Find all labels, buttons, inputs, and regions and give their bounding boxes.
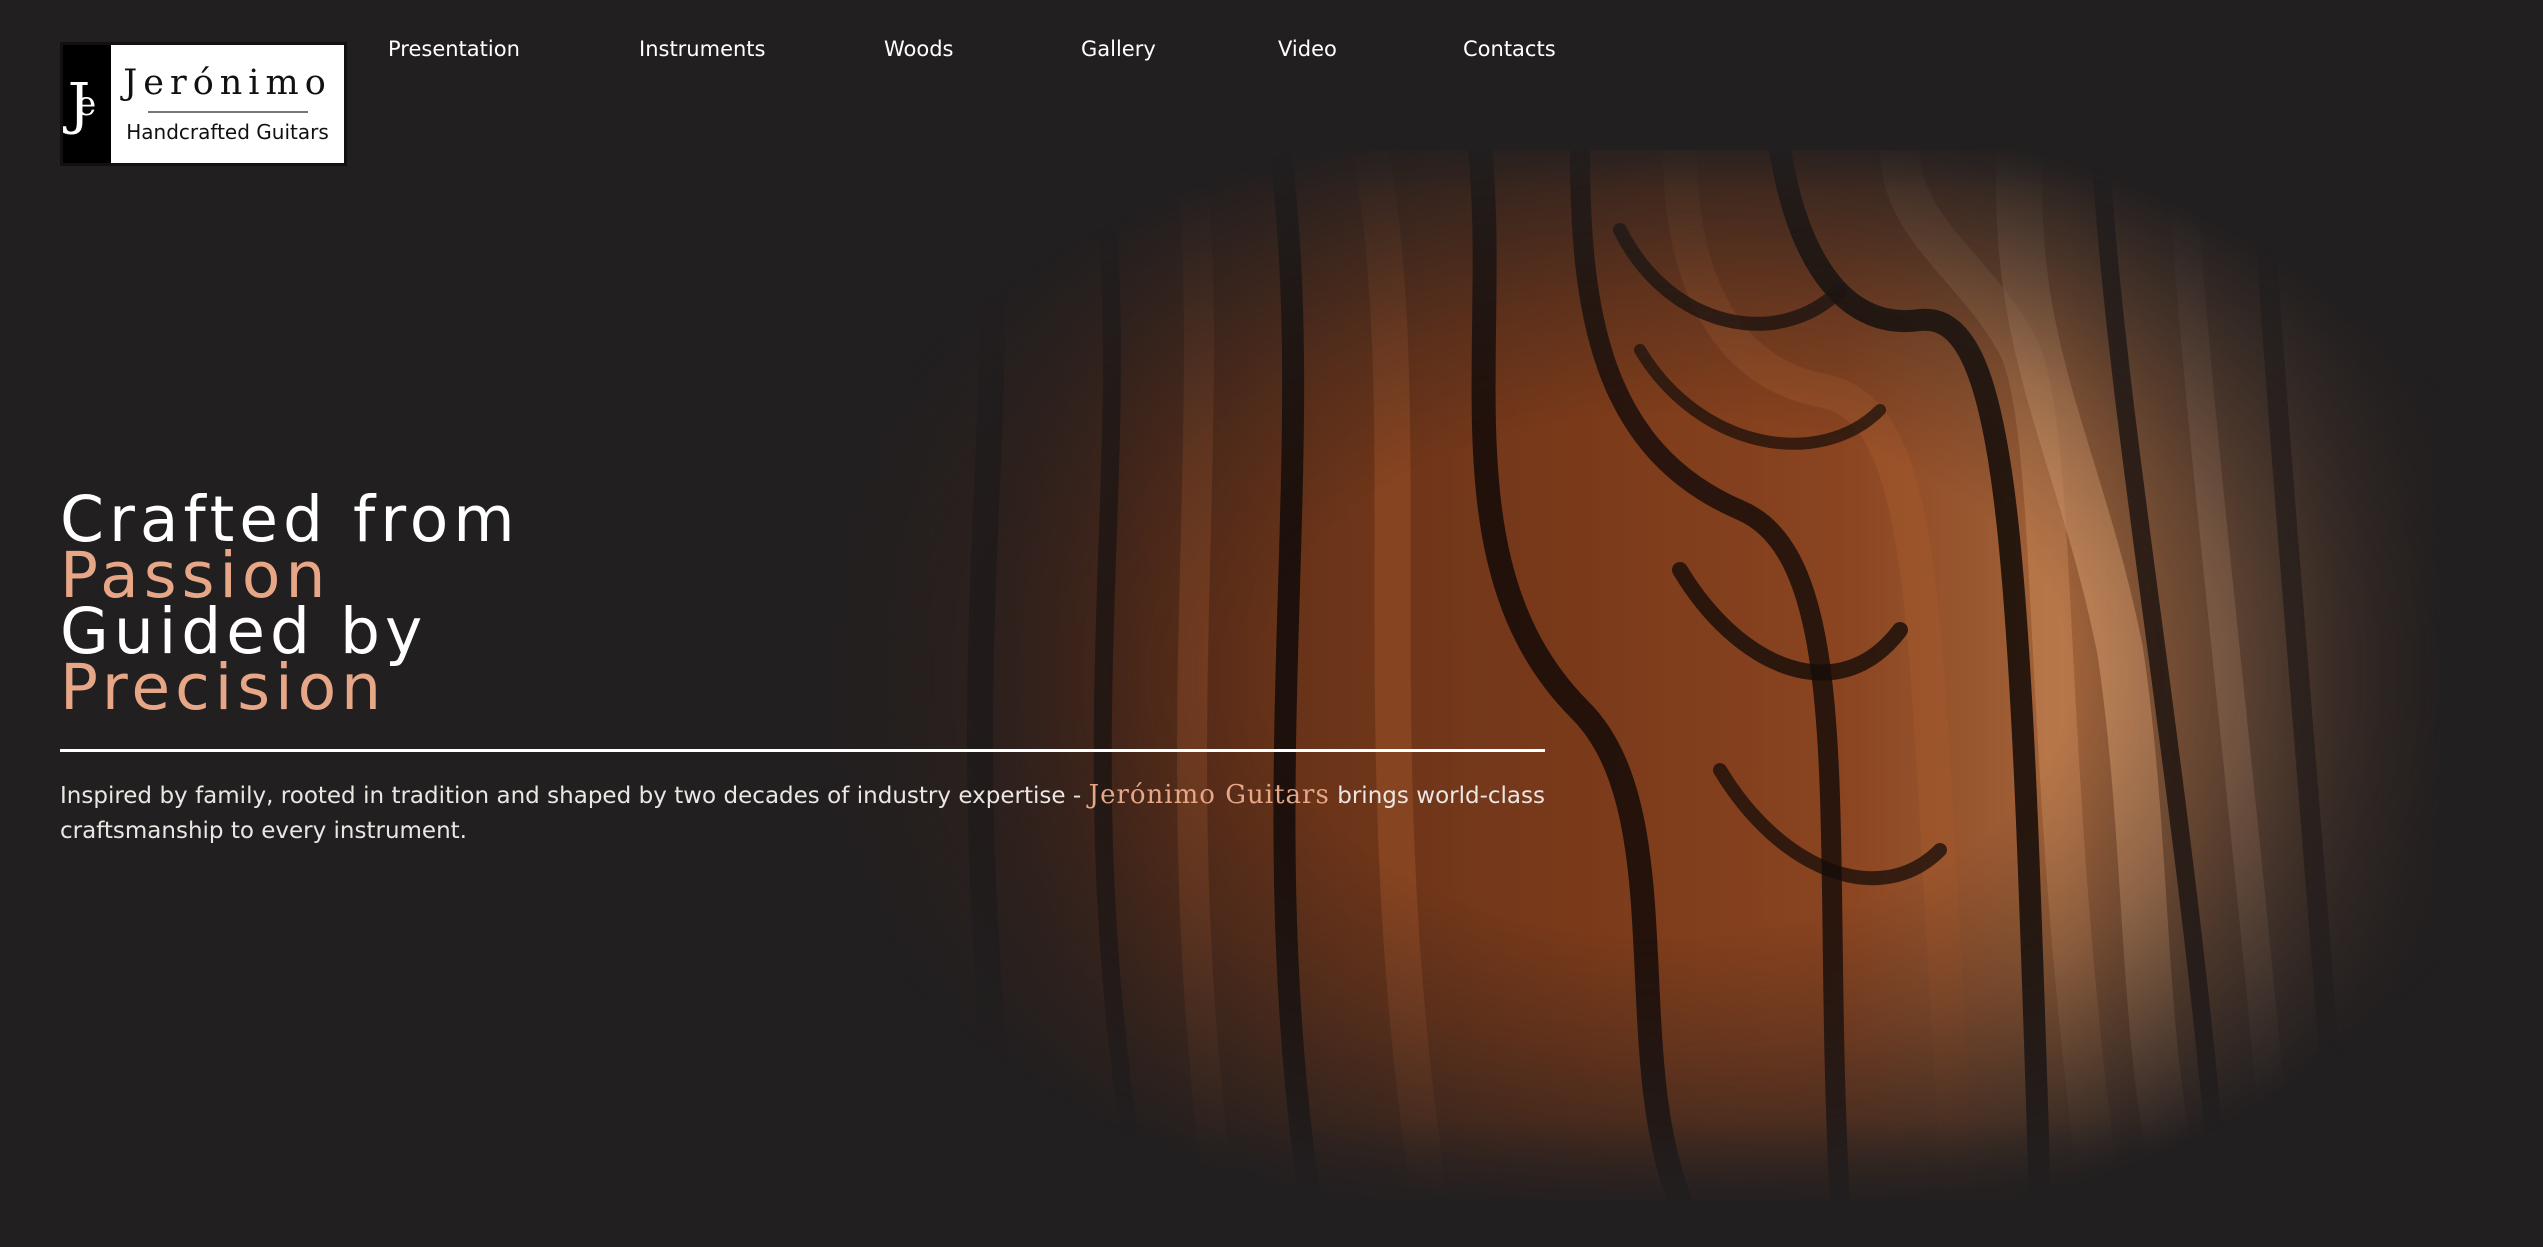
logo-monogram-e: e (76, 84, 97, 124)
nav-video[interactable]: Video (1278, 37, 1337, 61)
logo-tagline: Handcrafted Guitars (126, 120, 329, 144)
hero-desc-intro: Inspired by family, rooted in tradition … (60, 783, 1089, 809)
logo-monogram: Je (63, 45, 111, 163)
hero-desc-brand: Jerónimo Guitars (1088, 780, 1330, 810)
nav-woods[interactable]: Woods (884, 37, 954, 61)
top-border (0, 0, 2543, 3)
hero-line-precision: Precision (60, 651, 387, 724)
nav-contacts[interactable]: Contacts (1463, 37, 1556, 61)
site-logo[interactable]: Je Jerónimo Handcrafted Guitars (60, 42, 347, 166)
logo-divider (147, 111, 308, 113)
logo-text: Jerónimo Handcrafted Guitars (111, 45, 344, 163)
hero-description: Inspired by family, rooted in tradition … (60, 778, 1545, 849)
logo-name: Jerónimo (123, 63, 332, 103)
nav-presentation[interactable]: Presentation (388, 37, 520, 61)
logo-monogram-j: J (67, 71, 91, 137)
nav-gallery[interactable]: Gallery (1081, 37, 1156, 61)
hero-heading: Crafted from Passion Guided by Precision (60, 488, 1545, 724)
nav-instruments[interactable]: Instruments (639, 37, 765, 61)
hero-divider (60, 749, 1545, 752)
